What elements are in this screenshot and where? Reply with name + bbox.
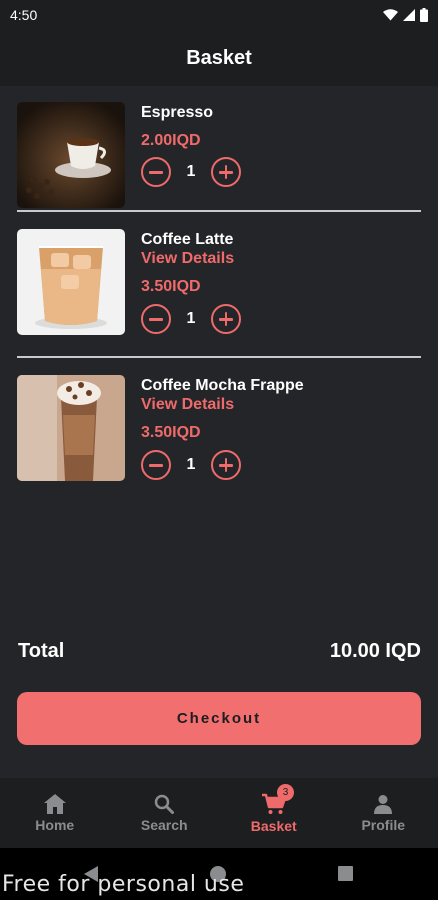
nav-label: Profile <box>361 816 406 833</box>
coffee-latte-image <box>17 229 125 335</box>
cart-badge: 3 <box>277 784 294 801</box>
quantity-stepper: 1 <box>141 450 241 480</box>
increase-quantity-button[interactable] <box>211 304 241 334</box>
item-name: Coffee Latte <box>141 231 234 248</box>
increase-quantity-button[interactable] <box>211 450 241 480</box>
checkout-button[interactable]: Checkout <box>17 692 421 745</box>
bottom-nav: Home Search 3 Basket Profile <box>0 778 438 848</box>
status-time: 4:50 <box>10 7 38 23</box>
view-details-link[interactable]: View Details <box>141 250 234 268</box>
decrease-quantity-button[interactable] <box>141 157 171 187</box>
watermark: Free for personal use <box>2 872 245 897</box>
decrease-quantity-button[interactable] <box>141 450 171 480</box>
nav-item-profile[interactable]: Profile <box>329 778 438 848</box>
divider <box>17 356 421 358</box>
decrease-quantity-button[interactable] <box>141 304 171 334</box>
nav-label: Search <box>140 816 188 833</box>
quantity-value: 1 <box>186 163 196 180</box>
quantity-stepper: 1 <box>141 304 241 334</box>
basket-item-espresso: Espresso 2.00IQD 1 <box>17 102 421 208</box>
view-details-link[interactable]: View Details <box>141 396 234 414</box>
wifi-icon <box>383 9 398 21</box>
status-icons <box>383 8 428 22</box>
person-icon <box>374 794 393 814</box>
recents-icon[interactable] <box>338 866 353 881</box>
basket-item-coffee-latte: Coffee Latte View Details 3.50IQD 1 <box>17 229 421 335</box>
nav-item-home[interactable]: Home <box>0 778 110 848</box>
item-price: 3.50IQD <box>141 424 201 441</box>
increase-quantity-button[interactable] <box>211 157 241 187</box>
app-bar: Basket <box>0 30 438 86</box>
page-title: Basket <box>186 46 252 69</box>
divider <box>17 210 421 212</box>
quantity-value: 1 <box>186 456 196 473</box>
item-price: 2.00IQD <box>141 132 201 149</box>
mocha-frappe-image <box>17 375 125 481</box>
item-name: Espresso <box>141 104 214 121</box>
quantity-stepper: 1 <box>141 157 241 187</box>
nav-item-search[interactable]: Search <box>110 778 220 848</box>
status-bar: 4:50 <box>0 0 438 30</box>
total-label: Total <box>18 640 65 662</box>
battery-icon <box>420 8 428 22</box>
search-icon <box>155 794 175 814</box>
basket-list: Espresso 2.00IQD 1 Coffee Latte View Det… <box>0 86 438 778</box>
nav-label: Basket <box>250 817 297 834</box>
item-price: 3.50IQD <box>141 278 201 295</box>
basket-item-mocha-frappe: Coffee Mocha Frappe View Details 3.50IQD… <box>17 375 421 481</box>
total-value: 10.00 IQD <box>329 640 421 662</box>
nav-label: Home <box>35 816 75 833</box>
item-name: Coffee Mocha Frappe <box>141 377 304 394</box>
home-icon <box>43 793 66 814</box>
quantity-value: 1 <box>186 310 196 327</box>
espresso-image <box>17 102 125 208</box>
nav-item-basket[interactable]: 3 Basket <box>219 778 329 848</box>
cell-signal-icon <box>403 9 415 21</box>
